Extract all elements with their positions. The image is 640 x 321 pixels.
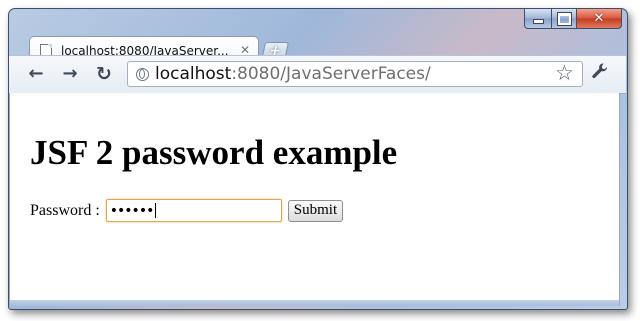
maximize-button[interactable] — [552, 9, 577, 29]
page-heading: JSF 2 password example — [30, 133, 398, 172]
wrench-icon — [592, 63, 607, 79]
password-label: Password : — [30, 201, 100, 219]
password-value: •••••• — [109, 202, 155, 219]
url-host: localhost — [155, 64, 232, 84]
password-form: Password : •••••• Submit — [30, 199, 344, 222]
maximize-icon — [557, 12, 571, 25]
submit-button[interactable]: Submit — [287, 199, 344, 222]
page-content: JSF 2 password example Password : ••••••… — [9, 93, 620, 300]
text-caret — [155, 203, 157, 218]
close-icon: ✕ — [593, 11, 605, 26]
url-path: :8080/JavaServerFaces/ — [231, 64, 431, 84]
back-arrow-icon[interactable]: ← — [25, 64, 47, 84]
window-bottom-frame — [9, 300, 620, 306]
reload-icon[interactable]: ↻ — [93, 64, 115, 84]
browser-toolbar: ← → ↻ localhost:8080/JavaServerFaces/ ☆ — [9, 55, 626, 94]
wrench-menu-icon[interactable] — [591, 62, 609, 86]
password-input[interactable]: •••••• — [105, 199, 282, 222]
minimize-button[interactable] — [524, 9, 552, 29]
url-text: localhost:8080/JavaServerFaces/ — [155, 64, 431, 84]
forward-arrow-icon[interactable]: → — [59, 64, 81, 84]
close-window-button[interactable]: ✕ — [577, 9, 622, 29]
globe-icon — [136, 67, 149, 81]
caption-buttons: ✕ — [524, 9, 622, 29]
address-bar[interactable]: localhost:8080/JavaServerFaces/ — [127, 61, 583, 87]
minimize-icon — [532, 19, 544, 24]
bookmark-star-icon[interactable]: ☆ — [555, 61, 574, 85]
